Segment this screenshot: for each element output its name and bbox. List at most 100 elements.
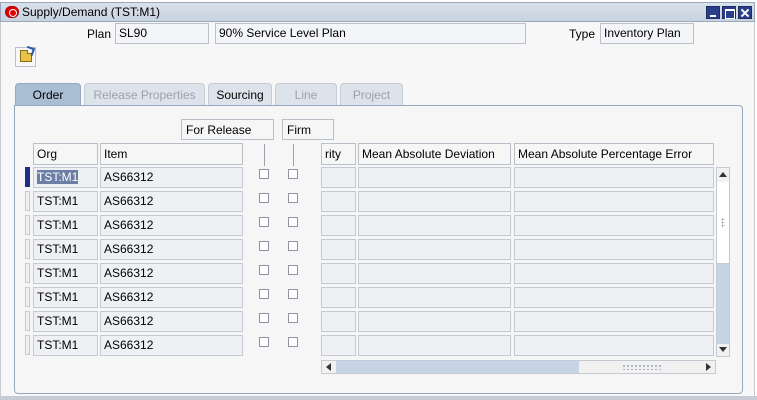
firm-checkbox[interactable] [288, 289, 298, 299]
firm-checkbox[interactable] [288, 193, 298, 203]
column-header-mean-absolute-deviation[interactable]: Mean Absolute Deviation [358, 143, 511, 165]
for-release-checkbox[interactable] [259, 265, 269, 275]
mean-absolute-deviation-cell[interactable] [358, 239, 511, 260]
mean-absolute-percentage-error-cell[interactable] [514, 263, 714, 284]
for-release-checkbox[interactable] [259, 169, 269, 179]
mean-absolute-deviation-cell[interactable] [358, 311, 511, 332]
priority-cell[interactable] [321, 167, 356, 188]
for-release-checkbox[interactable] [259, 217, 269, 227]
priority-cell[interactable] [321, 239, 356, 260]
mean-absolute-percentage-error-cell[interactable] [514, 311, 714, 332]
mean-absolute-deviation-cell[interactable] [358, 335, 511, 356]
for-release-checkbox[interactable] [259, 313, 269, 323]
row-indicator[interactable] [25, 215, 30, 235]
plan-label: Plan [87, 27, 112, 41]
mean-absolute-percentage-error-cell[interactable] [514, 215, 714, 236]
for-release-group-header: For Release [181, 119, 274, 140]
tab-release-properties[interactable]: Release Properties [84, 83, 205, 105]
item-cell[interactable]: AS66312 [100, 167, 243, 188]
org-cell[interactable]: TST:M1 [33, 335, 98, 356]
for-release-checkbox[interactable] [259, 193, 269, 203]
firm-checkbox[interactable] [288, 241, 298, 251]
tab-line[interactable]: Line [275, 83, 337, 105]
firm-group-header: Firm [282, 119, 334, 140]
title-bar[interactable]: Supply/Demand (TST:M1) [0, 2, 755, 22]
mean-absolute-percentage-error-cell[interactable] [514, 239, 714, 260]
column-header-org[interactable]: Org [33, 143, 98, 165]
org-cell[interactable]: TST:M1 [33, 287, 98, 308]
mean-absolute-deviation-cell[interactable] [358, 263, 511, 284]
firm-checkbox[interactable] [288, 217, 298, 227]
row-indicator[interactable] [25, 167, 30, 187]
for-release-checkbox[interactable] [259, 241, 269, 251]
plan-code-field[interactable]: SL90 [115, 23, 209, 44]
firm-checkbox[interactable] [288, 169, 298, 179]
row-indicator[interactable] [25, 311, 30, 331]
window-title: Supply/Demand (TST:M1) [22, 5, 161, 19]
firm-column-marker [293, 144, 294, 166]
horizontal-scrollbar[interactable] [321, 360, 716, 374]
for-release-checkbox[interactable] [259, 337, 269, 347]
org-cell[interactable]: TST:M1 [33, 191, 98, 212]
maximize-icon[interactable] [722, 6, 736, 19]
item-cell[interactable]: AS66312 [100, 311, 243, 332]
org-cell[interactable]: TST:M1 [33, 263, 98, 284]
org-cell[interactable]: TST:M1 [33, 215, 98, 236]
mean-absolute-deviation-cell[interactable] [358, 191, 511, 212]
org-cell[interactable]: TST:M1 [33, 239, 98, 260]
for-release-checkbox[interactable] [259, 289, 269, 299]
mean-absolute-percentage-error-cell[interactable] [514, 287, 714, 308]
mean-absolute-deviation-cell[interactable] [358, 167, 511, 188]
firm-checkbox[interactable] [288, 313, 298, 323]
org-cell[interactable]: TST:M1 [33, 167, 98, 188]
priority-cell[interactable] [321, 191, 356, 212]
column-header-priority[interactable]: rity [321, 143, 356, 165]
scroll-left-icon[interactable] [326, 363, 331, 371]
plan-description-field[interactable]: 90% Service Level Plan [215, 23, 526, 44]
row-indicator[interactable] [25, 191, 30, 211]
priority-cell[interactable] [321, 215, 356, 236]
row-indicator[interactable] [25, 239, 30, 259]
vertical-scroll-track[interactable] [717, 264, 729, 344]
type-label: Type [569, 27, 596, 41]
tab-order[interactable]: Order [15, 83, 81, 106]
priority-cell[interactable] [321, 311, 356, 332]
plan-type-field[interactable]: Inventory Plan [600, 23, 694, 44]
item-cell[interactable]: AS66312 [100, 335, 243, 356]
scroll-right-icon[interactable] [706, 363, 711, 371]
firm-checkbox[interactable] [288, 337, 298, 347]
org-value: TST:M1 [37, 314, 79, 328]
org-value: TST:M1 [37, 242, 79, 256]
mean-absolute-deviation-cell[interactable] [358, 215, 511, 236]
item-cell[interactable]: AS66312 [100, 191, 243, 212]
mean-absolute-deviation-cell[interactable] [358, 287, 511, 308]
tab-sourcing[interactable]: Sourcing [208, 83, 272, 105]
mean-absolute-percentage-error-cell[interactable] [514, 167, 714, 188]
priority-cell[interactable] [321, 263, 356, 284]
scroll-down-icon[interactable] [719, 347, 727, 352]
column-header-mean-absolute-percentage-error[interactable]: Mean Absolute Percentage Error [514, 143, 714, 165]
mean-absolute-percentage-error-cell[interactable] [514, 335, 714, 356]
oracle-logo-icon [5, 6, 19, 18]
vertical-scrollbar[interactable] [716, 167, 730, 357]
vertical-scroll-thumb[interactable] [717, 182, 729, 264]
close-icon[interactable] [738, 6, 752, 19]
scroll-up-icon[interactable] [719, 172, 727, 177]
row-indicator[interactable] [25, 335, 30, 355]
item-cell[interactable]: AS66312 [100, 215, 243, 236]
column-header-item[interactable]: Item [100, 143, 243, 165]
item-cell[interactable]: AS66312 [100, 287, 243, 308]
tab-project[interactable]: Project [340, 83, 403, 105]
mean-absolute-percentage-error-cell[interactable] [514, 191, 714, 212]
item-cell[interactable]: AS66312 [100, 239, 243, 260]
minimize-icon[interactable] [706, 6, 720, 19]
firm-checkbox[interactable] [288, 265, 298, 275]
horizontal-scroll-thumb[interactable] [336, 361, 579, 373]
item-cell[interactable]: AS66312 [100, 263, 243, 284]
open-button[interactable] [15, 47, 36, 67]
row-indicator[interactable] [25, 263, 30, 283]
org-cell[interactable]: TST:M1 [33, 311, 98, 332]
priority-cell[interactable] [321, 335, 356, 356]
priority-cell[interactable] [321, 287, 356, 308]
row-indicator[interactable] [25, 287, 30, 307]
